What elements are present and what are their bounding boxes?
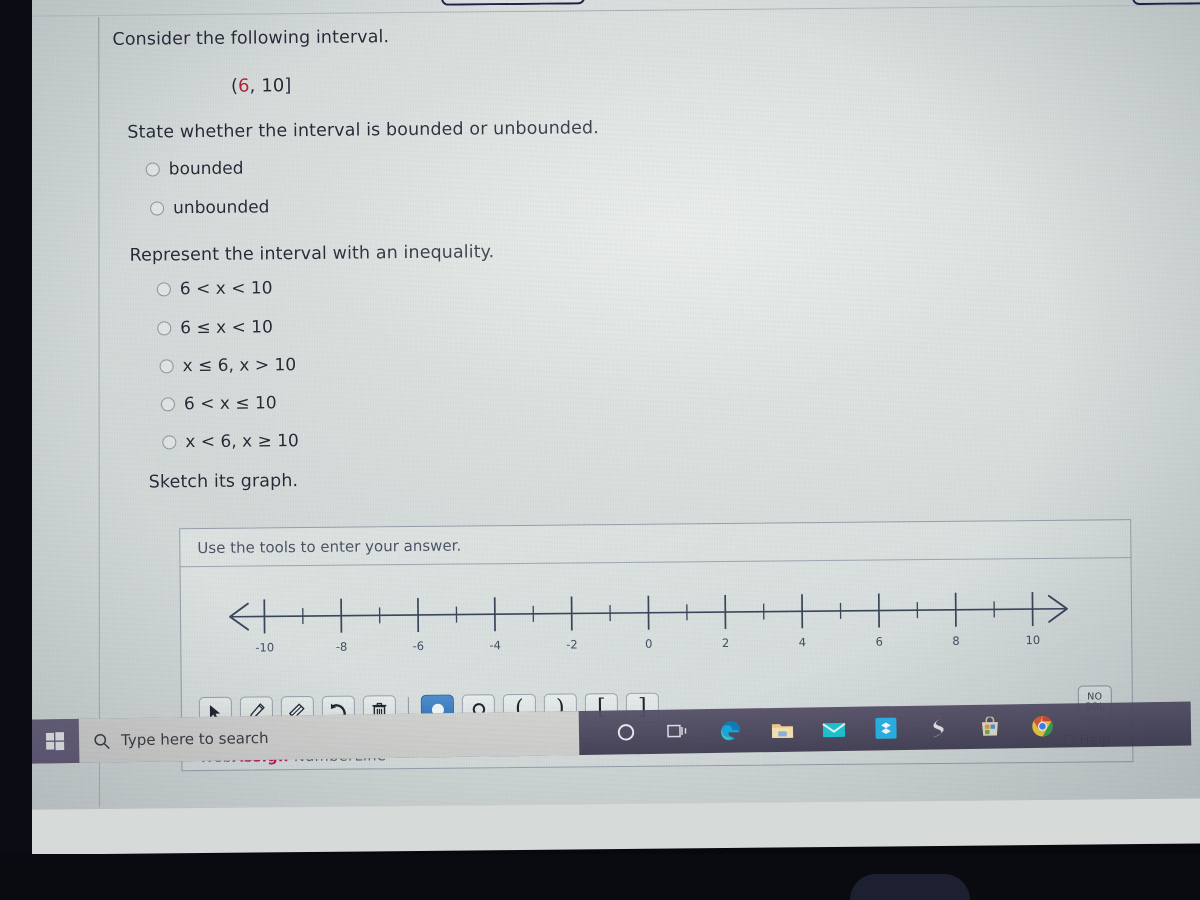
radio-option-inequality-2[interactable]: 6 ≤ x < 10 [157, 317, 273, 338]
browser-page: Consider the following interval. (6, 10]… [0, 0, 1200, 810]
sketch-graph-prompt: Sketch its graph. [148, 471, 299, 493]
number-line-graph[interactable]: -10 -8 -6 -4 -2 0 2 4 6 8 10 [181, 558, 1132, 677]
axis-tick-label: 4 [799, 635, 806, 649]
file-explorer-icon[interactable] [769, 717, 795, 743]
browser-tab-chrome-top [441, 0, 586, 6]
axis-tick-label: 8 [952, 634, 959, 648]
question-column-rule [98, 16, 100, 807]
background-object [850, 874, 970, 900]
axis-tick-label: 10 [1025, 633, 1040, 647]
edge-browser-icon[interactable] [717, 717, 743, 743]
photo-of-screen: Consider the following interval. (6, 10]… [0, 0, 1200, 900]
radio-option-inequality-1[interactable]: 6 < x < 10 [156, 278, 273, 300]
cortana-icon[interactable] [613, 719, 639, 745]
axis-tick-label: -10 [255, 640, 274, 654]
axis-tick-label: -8 [336, 640, 348, 654]
interval-expression: (6, 10] [231, 75, 292, 97]
task-view-icon[interactable] [665, 718, 691, 744]
axis-tick-label: 0 [645, 637, 652, 651]
axis-tick-label: -2 [566, 637, 578, 651]
radio-option-label: 6 ≤ x < 10 [180, 317, 273, 339]
inequality-question-prompt: Represent the interval with an inequalit… [129, 242, 495, 266]
radio-circle-icon[interactable] [156, 282, 171, 297]
axis-tick-label: -4 [489, 638, 501, 652]
mail-icon[interactable] [821, 716, 847, 742]
search-icon [94, 733, 110, 749]
radio-circle-icon[interactable] [157, 321, 172, 336]
lightning-app-icon[interactable] [925, 714, 951, 740]
radio-option-bounded[interactable]: bounded [145, 158, 244, 180]
axis-tick-label: -6 [413, 639, 425, 653]
radio-option-label: unbounded [173, 197, 270, 219]
radio-circle-icon[interactable] [159, 359, 174, 374]
radio-circle-icon[interactable] [160, 397, 176, 412]
screen-bezel-left [0, 0, 32, 900]
taskbar-tray[interactable] [613, 713, 1055, 746]
radio-option-label: 6 < x < 10 [179, 278, 273, 300]
radio-circle-icon[interactable] [162, 435, 177, 450]
axis-tick-label: 6 [876, 634, 883, 648]
radio-option-unbounded[interactable]: unbounded [150, 197, 270, 218]
start-button[interactable] [30, 718, 80, 764]
radio-option-inequality-3[interactable]: x ≤ 6, x > 10 [159, 355, 297, 377]
radio-option-label: x < 6, x ≥ 10 [185, 431, 299, 453]
radio-option-label: 6 < x ≤ 10 [183, 393, 277, 415]
microsoft-store-icon[interactable] [977, 713, 1003, 739]
chrome-browser-icon[interactable] [1029, 713, 1055, 739]
number-line-canvas[interactable]: -10 -8 -6 -4 -2 0 2 4 6 8 10 [181, 558, 1132, 677]
axis-tick-label: 2 [722, 636, 729, 650]
dropbox-icon[interactable] [873, 715, 899, 741]
radio-option-inequality-4[interactable]: 6 < x ≤ 10 [160, 393, 277, 415]
windows-logo-icon [45, 732, 65, 751]
radio-option-inequality-5[interactable]: x < 6, x ≥ 10 [162, 431, 299, 452]
radio-circle-icon[interactable] [145, 162, 160, 177]
interval-upper-bound: , 10] [249, 75, 292, 97]
radio-option-label: bounded [168, 158, 244, 180]
laptop-screen: Consider the following interval. (6, 10]… [0, 0, 1200, 855]
screen-bezel-bottom [0, 854, 1200, 900]
page-title: Consider the following interval. [112, 27, 390, 50]
interval-lower-bound: 6 [237, 75, 250, 97]
bounded-question-prompt: State whether the interval is bounded or… [127, 118, 599, 143]
radio-option-label: x ≤ 6, x > 10 [182, 355, 297, 377]
radio-circle-icon[interactable] [150, 201, 165, 216]
search-input[interactable]: Type here to search [78, 711, 580, 763]
top-divider [0, 4, 1200, 17]
search-placeholder-text: Type here to search [120, 728, 269, 750]
